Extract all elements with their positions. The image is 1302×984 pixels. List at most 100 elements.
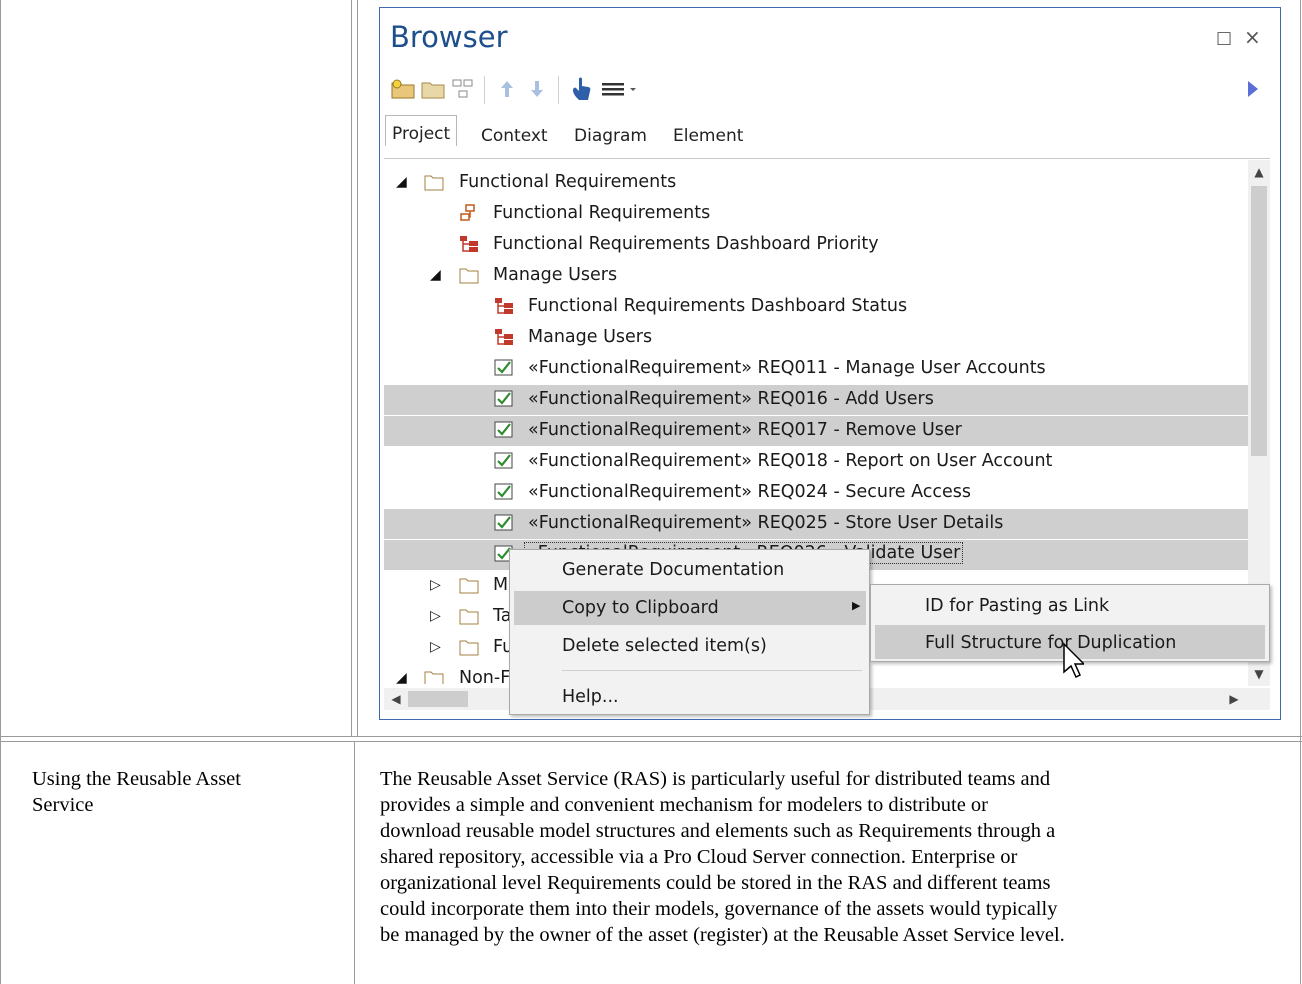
requirement-icon	[494, 359, 513, 376]
dashboard-diagram-icon	[495, 329, 513, 345]
description-line: shared repository, accessible via a Pro …	[380, 846, 1018, 868]
scroll-down-icon[interactable]: ▼	[1249, 664, 1269, 684]
requirement-icon	[494, 514, 513, 531]
scroll-thumb-horizontal[interactable]	[408, 691, 468, 707]
tree-item-label: Functional Requirements Dashboard Status	[528, 296, 908, 316]
tree-item-requirement[interactable]: «FunctionalRequirement» REQ016 - Add Use…	[384, 385, 1248, 415]
tree-item-requirement[interactable]: «FunctionalRequirement» REQ025 - Store U…	[384, 509, 1248, 539]
tree-item-label: Functional Requirements	[493, 203, 711, 223]
locate-icon[interactable]	[568, 76, 594, 102]
tree-item-requirement[interactable]: «FunctionalRequirement» REQ011 - Manage …	[384, 354, 1248, 384]
mouse-pointer-icon	[1063, 642, 1084, 679]
tree-item-manage-users-folder[interactable]: ◢ Manage Users	[384, 261, 1248, 291]
menu-item-help[interactable]: Help...	[514, 680, 866, 714]
scroll-left-icon[interactable]: ◀	[386, 689, 406, 709]
context-menu: Generate Documentation Copy to Clipboard…	[509, 549, 870, 715]
row-description: The Reusable Asset Service (RAS) is part…	[380, 766, 1290, 948]
toolbar-separator	[484, 76, 485, 104]
description-line: The Reusable Asset Service (RAS) is part…	[380, 768, 1051, 790]
description-line: organizational level Requirements could …	[380, 872, 1051, 894]
requirement-icon	[494, 452, 513, 469]
package-diagram-icon	[460, 204, 475, 221]
tree-item-label: Functional Requirements	[459, 172, 677, 192]
submenu-item-label: Full Structure for Duplication	[925, 633, 1177, 653]
menu-item-delete-selected[interactable]: Delete selected item(s)	[514, 629, 866, 663]
submenu-arrow-icon: ▶	[852, 599, 861, 612]
folder-icon	[459, 578, 479, 594]
new-folder-icon[interactable]	[420, 76, 446, 102]
tab-element[interactable]: Element	[667, 118, 749, 152]
browser-toolbar	[388, 72, 1268, 106]
tree-item-label: Non-F	[459, 668, 511, 684]
tree-item-requirement[interactable]: «FunctionalRequirement» REQ018 - Report …	[384, 447, 1248, 477]
expand-icon[interactable]: ▷	[430, 577, 441, 593]
table-border-left	[0, 0, 1, 984]
menu-dropdown-icon[interactable]	[600, 76, 644, 102]
table-row-border	[0, 736, 1302, 737]
close-button[interactable]: ×	[1244, 25, 1261, 49]
toolbar-separator	[558, 76, 559, 104]
menu-item-label: Delete selected item(s)	[562, 636, 767, 656]
move-down-icon[interactable]	[524, 76, 550, 102]
tab-diagram[interactable]: Diagram	[568, 118, 653, 152]
folder-icon	[424, 671, 444, 684]
tree-item-diagram[interactable]: Functional Requirements Dashboard Status	[384, 292, 1248, 322]
tab-project[interactable]: Project	[385, 115, 458, 146]
table-divider-bottom	[354, 742, 355, 984]
folder-icon	[459, 640, 479, 656]
tree-item-label: «FunctionalRequirement» REQ025 - Store U…	[528, 513, 1004, 533]
tree-item-diagram[interactable]: Functional Requirements	[384, 199, 1248, 229]
dashboard-diagram-icon	[495, 298, 513, 314]
description-line: could incorporate them into their models…	[380, 898, 1058, 920]
tree-item-label: «FunctionalRequirement» REQ016 - Add Use…	[528, 389, 934, 409]
submenu-item-id-for-pasting[interactable]: ID for Pasting as Link	[875, 588, 1265, 622]
tree-item-label: «FunctionalRequirement» REQ011 - Manage …	[528, 358, 1046, 378]
menu-item-copy-to-clipboard[interactable]: Copy to Clipboard ▶	[514, 591, 866, 625]
dashboard-diagram-icon	[460, 236, 478, 252]
tree-item-functional-requirements-folder[interactable]: ◢ Functional Requirements	[384, 168, 1248, 198]
menu-item-generate-documentation[interactable]: Generate Documentation	[514, 553, 866, 587]
description-line: provides a simple and convenient mechani…	[380, 794, 989, 816]
maximize-button[interactable]: □	[1216, 28, 1232, 48]
row-label-line-2: Service	[32, 794, 94, 816]
tree-item-label: «FunctionalRequirement» REQ017 - Remove …	[528, 420, 962, 440]
tree-item-label: Manage Users	[528, 327, 653, 347]
folder-icon	[424, 175, 444, 191]
browser-tabs: Project Context Diagram Element	[385, 110, 1275, 155]
tree-item-diagram[interactable]: Functional Requirements Dashboard Priori…	[384, 230, 1248, 260]
table-divider-top	[351, 0, 352, 737]
row-label: Using the Reusable Asset Service	[32, 766, 332, 818]
description-line: download reusable model structures and e…	[380, 820, 1056, 842]
requirement-icon	[494, 483, 513, 500]
tree-item-requirement[interactable]: «FunctionalRequirement» REQ024 - Secure …	[384, 478, 1248, 508]
move-up-icon[interactable]	[494, 76, 520, 102]
menu-item-label: Help...	[562, 687, 619, 707]
folder-icon	[459, 268, 479, 284]
tree-item-label: M	[493, 575, 509, 595]
tree-item-label: «FunctionalRequirement» REQ024 - Secure …	[528, 482, 972, 502]
menu-separator	[562, 670, 862, 671]
expand-icon[interactable]: ▷	[430, 639, 441, 655]
tree-item-diagram[interactable]: Manage Users	[384, 323, 1248, 353]
play-icon[interactable]	[1240, 76, 1266, 102]
collapse-icon[interactable]: ◢	[396, 670, 407, 684]
submenu-item-label: ID for Pasting as Link	[925, 596, 1110, 616]
new-diagram-icon[interactable]	[450, 76, 476, 102]
tab-context[interactable]: Context	[475, 118, 554, 152]
scroll-up-icon[interactable]: ▲	[1249, 162, 1269, 182]
scroll-right-icon[interactable]: ▶	[1224, 689, 1244, 709]
menu-item-label: Generate Documentation	[562, 560, 785, 580]
folder-icon	[459, 609, 479, 625]
collapse-icon[interactable]: ◢	[430, 267, 441, 283]
description-line: be managed by the owner of the asset (re…	[380, 924, 1065, 946]
tree-item-label: «FunctionalRequirement» REQ018 - Report …	[528, 451, 1053, 471]
scroll-thumb[interactable]	[1251, 186, 1267, 456]
table-row-border-2	[0, 741, 1302, 742]
table-border-right	[1300, 0, 1301, 984]
new-package-icon[interactable]	[390, 76, 416, 102]
tree-item-requirement[interactable]: «FunctionalRequirement» REQ017 - Remove …	[384, 416, 1248, 446]
requirement-icon	[494, 421, 513, 438]
table-divider-top-2	[357, 0, 358, 737]
expand-icon[interactable]: ▷	[430, 608, 441, 624]
collapse-icon[interactable]: ◢	[396, 174, 407, 190]
